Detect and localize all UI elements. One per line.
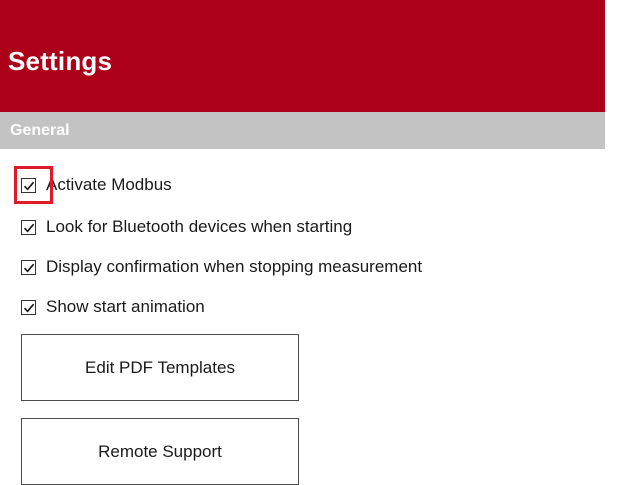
bluetooth-devices-checkbox[interactable] xyxy=(21,219,36,235)
display-confirmation-label: Display confirmation when stopping measu… xyxy=(46,257,423,276)
display-confirmation-checkbox[interactable] xyxy=(21,259,36,275)
show-start-animation-label: Show start animation xyxy=(46,297,205,316)
activate-modbus-label: Activate Modbus xyxy=(46,175,172,194)
checkmark-icon xyxy=(23,223,35,233)
option-display-confirmation[interactable]: Display confirmation when stopping measu… xyxy=(21,255,422,279)
highlight-box xyxy=(14,166,53,204)
header-bar: Settings xyxy=(0,0,605,112)
section-header-general: General xyxy=(0,112,605,149)
option-show-start-animation[interactable]: Show start animation xyxy=(21,295,205,319)
option-bluetooth-devices[interactable]: Look for Bluetooth devices when starting xyxy=(21,215,352,239)
edit-pdf-templates-button[interactable]: Edit PDF Templates xyxy=(21,334,299,401)
checkmark-icon xyxy=(23,303,35,313)
bluetooth-devices-label: Look for Bluetooth devices when starting xyxy=(46,217,353,236)
section-title: General xyxy=(10,122,70,139)
remote-support-button[interactable]: Remote Support xyxy=(21,418,299,485)
show-start-animation-checkbox[interactable] xyxy=(21,299,36,315)
checkmark-icon xyxy=(23,263,35,273)
page-title: Settings xyxy=(8,46,113,76)
